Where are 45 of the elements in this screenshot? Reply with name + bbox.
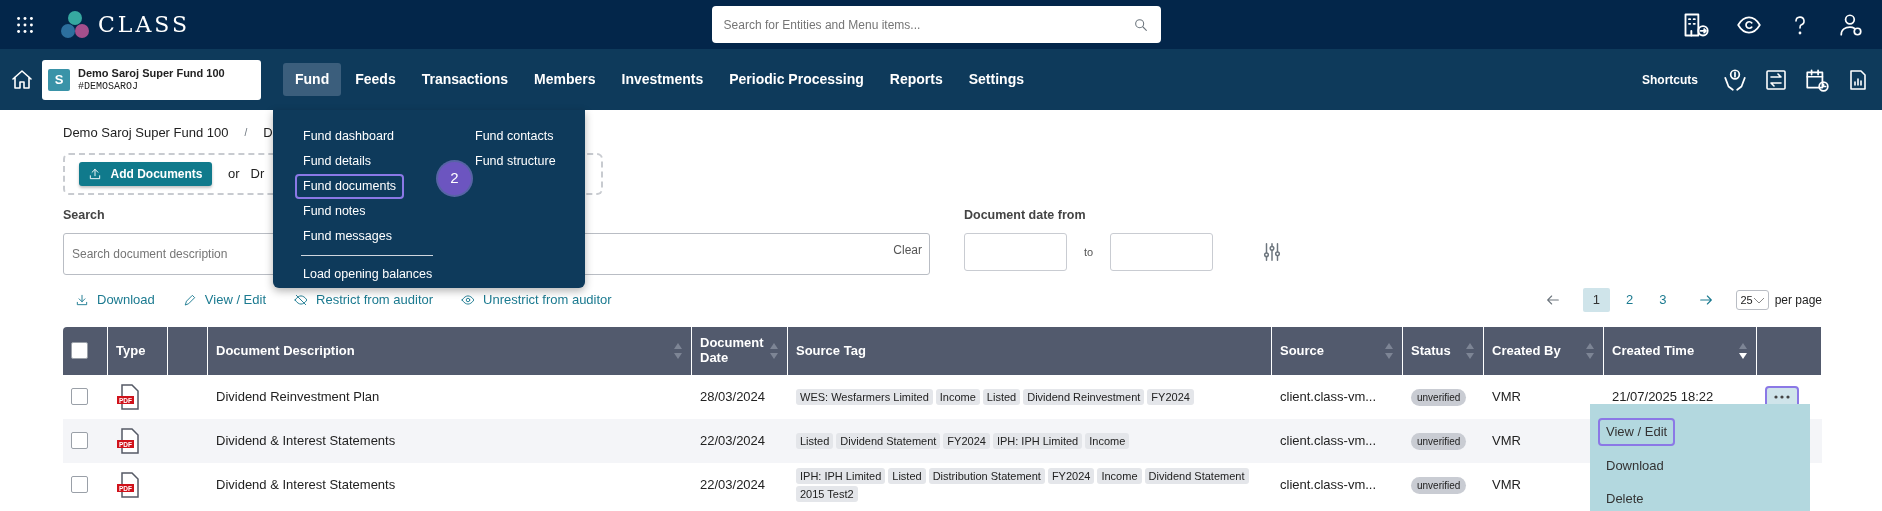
status-badge: unverified [1411, 476, 1467, 494]
table-cell: VMR [1492, 476, 1521, 492]
status-badge: unverified [1411, 388, 1467, 406]
date-filter-label: Document date from [964, 207, 1086, 224]
status-badge: unverified [1411, 432, 1467, 450]
per-page-label: per page [1774, 291, 1822, 309]
or-label: or [228, 165, 240, 184]
table-cell: VMR [1492, 432, 1521, 448]
table-cell-text: 22/03/2024 [700, 477, 767, 492]
source-tag: Income [1085, 432, 1130, 449]
source-tag: Listed [796, 432, 834, 449]
source-tag: IPH: IPH Limited [796, 467, 886, 484]
source-tag: IPH: IPH Limited [992, 432, 1083, 449]
table-cell-text: 22/03/2024 [700, 433, 767, 448]
table-cell: client.class-vm... [1280, 476, 1377, 492]
source-tag: FY2024 [1047, 467, 1095, 484]
column-header: Source Tag [788, 326, 1272, 375]
source-tag: Dividend Statement [1144, 467, 1249, 484]
source-tag: Listed [982, 388, 1021, 405]
source-tag: Listed [888, 467, 926, 484]
source-tag: Dividend Statement [836, 432, 941, 449]
source-tag: WES: Wesfarmers Limited [796, 388, 933, 405]
to-label: to [1084, 244, 1094, 260]
table-cell: Dividend & Interest Statements [216, 476, 396, 492]
drop-hint: Dr [250, 165, 265, 184]
source-tag: FY2024 [943, 432, 990, 449]
source-tag: 2015 Test2 [796, 485, 858, 502]
source-tag: Dividend Reinvestment [1023, 388, 1145, 405]
table-cell: VMR [1492, 388, 1521, 404]
shortcuts-label: Shortcuts [1642, 71, 1698, 89]
table-cell: client.class-vm... [1280, 432, 1377, 448]
step-badge: 2 [438, 162, 471, 195]
table-cell-text: 28/03/2024 [700, 389, 767, 404]
source-tag: Income [935, 388, 980, 405]
search-label: Search [63, 207, 105, 224]
logo-text: CLASS [98, 11, 191, 39]
breadcrumb-separator: / [244, 126, 248, 140]
source-tag: FY2024 [1147, 388, 1194, 405]
table-cell: Dividend & Interest Statements [216, 432, 396, 448]
table-cell: Dividend Reinvestment Plan [216, 388, 380, 404]
source-tag: Income [1097, 467, 1142, 484]
table-cell: client.class-vm... [1280, 388, 1377, 404]
column-header: Type [108, 326, 168, 375]
table-cell: 21/07/2025 18:22 [1612, 388, 1714, 404]
source-tag: Distribution Statement [928, 467, 1045, 484]
